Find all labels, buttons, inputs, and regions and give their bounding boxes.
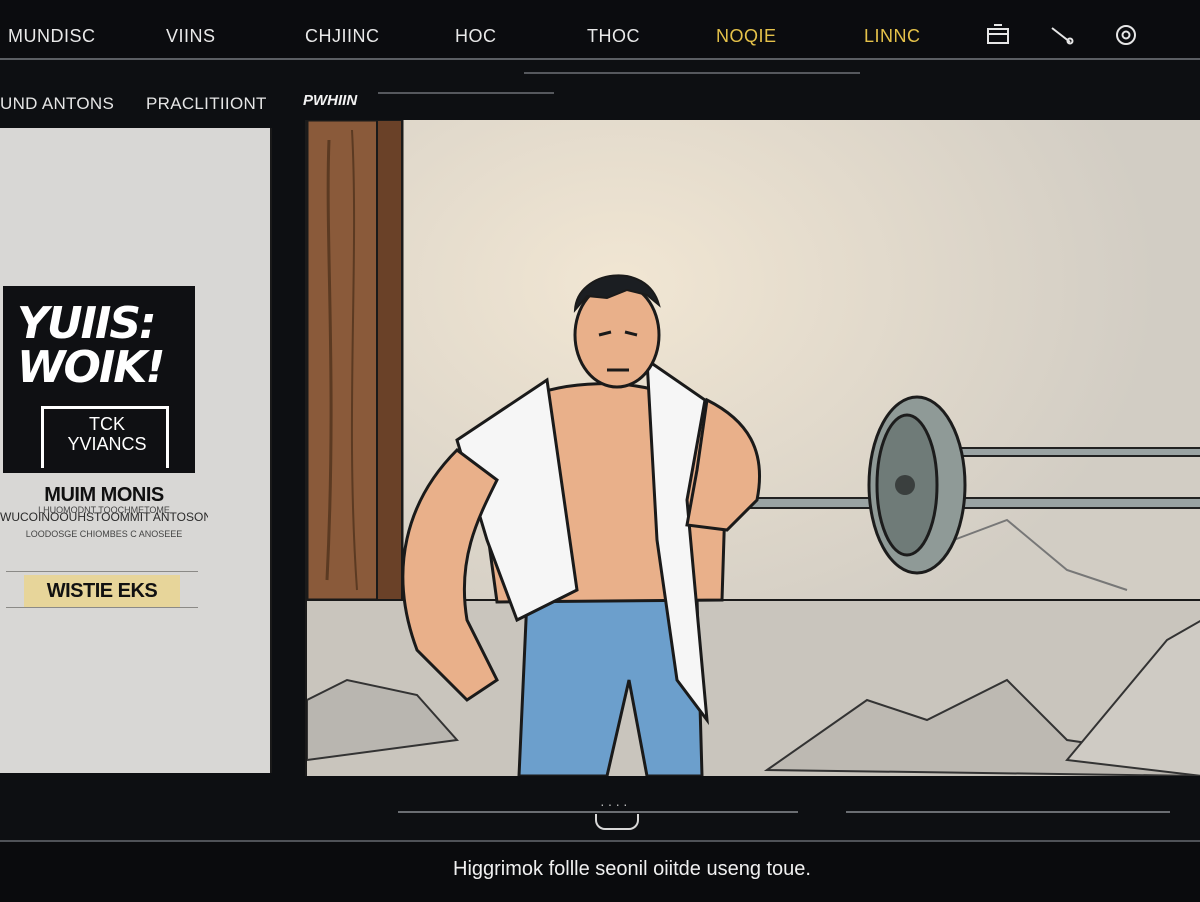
poster-title: YUIIS: WOIK! <box>17 298 165 393</box>
media-viewer[interactable] <box>305 120 1200 776</box>
cta-rule-bottom <box>6 607 198 608</box>
subnav-item-und-antons[interactable]: UND ANTONS <box>0 94 114 114</box>
target-icon[interactable] <box>1112 20 1140 48</box>
nav-item-chjiinc[interactable]: CHJIINC <box>305 26 380 47</box>
gym-illustration <box>307 120 1200 776</box>
promo-poster[interactable]: YUIIS: WOIK! TCK YVIANCS <box>0 283 198 476</box>
poster-subtitle: TCK YVIANCS <box>67 414 147 454</box>
card-heading: MUIM MONIS <box>44 484 164 506</box>
card-subtitle-3: LOODOSGE CHIOMBES C ANOSEEE <box>25 529 183 539</box>
subnav-item-praclitiiont[interactable]: PRACLITIIONT <box>146 94 267 114</box>
cta-button[interactable]: WISTIE EKS <box>24 575 180 607</box>
scrub-dots: ···· <box>600 796 631 812</box>
nav-item-linnc[interactable]: LINNC <box>864 26 921 47</box>
nav-item-viins[interactable]: VIINS <box>166 26 216 47</box>
panel-label-divider <box>378 92 554 94</box>
scrub-handle[interactable] <box>595 814 639 830</box>
card-subtitle-2: LHUOMODNT TOOCHMETOME <box>38 505 170 515</box>
caption-text: Higgrimok follle seonil oiitde useng tou… <box>453 858 811 880</box>
nav-item-thoc[interactable]: THOC <box>587 26 640 47</box>
nav-item-mundisc[interactable]: MUNDISC <box>8 26 96 47</box>
cta-rule-top <box>6 571 198 572</box>
tray-icon[interactable] <box>984 20 1012 48</box>
panel-label: PWHIIN <box>303 92 358 109</box>
scrub-track-right[interactable] <box>846 811 1170 813</box>
pen-icon[interactable] <box>1048 20 1076 48</box>
tab-indicator-line <box>524 72 860 74</box>
top-navigation-bar: MUNDISC VIINS CHJIINC HOC THOC NOQIE LIN… <box>0 0 1200 60</box>
nav-item-noqie[interactable]: NOQIE <box>716 26 777 47</box>
nav-item-hoc[interactable]: HOC <box>455 26 497 47</box>
scrub-track-left[interactable] <box>398 811 798 813</box>
